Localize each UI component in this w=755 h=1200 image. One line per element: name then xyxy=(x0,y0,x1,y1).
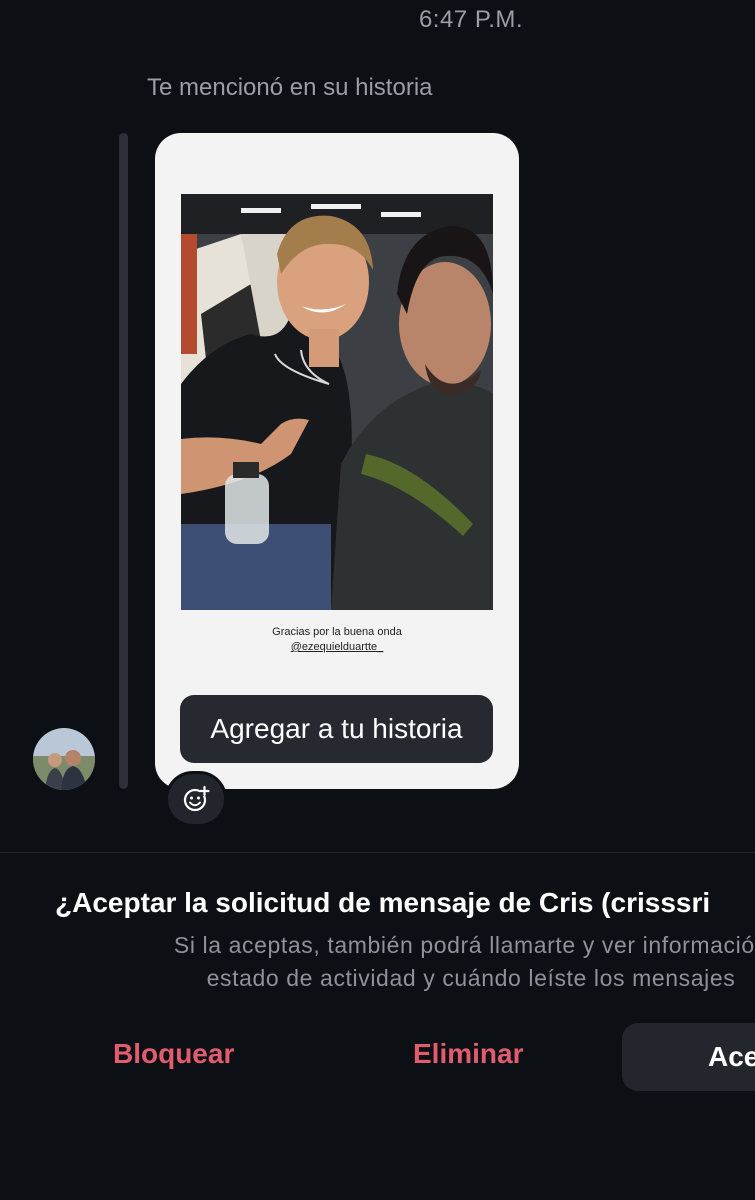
add-reaction-icon xyxy=(183,785,210,812)
add-reaction-button[interactable] xyxy=(165,771,227,827)
delete-button[interactable]: Eliminar xyxy=(413,1038,523,1070)
story-caption: Gracias por la buena onda @ezequielduart… xyxy=(155,625,519,655)
sender-avatar[interactable] xyxy=(33,728,95,790)
reply-bar xyxy=(119,133,128,789)
request-title: ¿Aceptar la solicitud de mensaje de Cris… xyxy=(55,887,711,918)
request-description-line: Si la aceptas, también podrá llamarte y … xyxy=(173,932,755,958)
chat-screen: 6:47 P.M. Te mencionó en su historia Gra… xyxy=(0,0,755,1200)
block-button[interactable]: Bloquear xyxy=(113,1038,234,1070)
story-card[interactable]: Gracias por la buena onda @ezequielduart… xyxy=(155,133,519,789)
divider xyxy=(0,852,755,853)
avatar-photo xyxy=(33,728,95,790)
story-image xyxy=(181,194,493,610)
story-caption-handle[interactable]: @ezequielduartte_ xyxy=(155,640,519,655)
accept-button[interactable]: Ace xyxy=(622,1023,755,1091)
story-caption-text: Gracias por la buena onda xyxy=(272,626,402,638)
message-timestamp: 6:47 P.M. xyxy=(418,6,524,33)
add-to-story-button[interactable]: Agregar a tu historia xyxy=(180,695,493,763)
story-photo[interactable] xyxy=(181,194,493,610)
request-description-line: estado de actividad y cuándo leíste los … xyxy=(206,965,736,991)
story-mention-label: Te mencionó en su historia xyxy=(147,74,433,101)
request-description: Si la aceptas, también podrá llamarte y … xyxy=(0,929,755,995)
